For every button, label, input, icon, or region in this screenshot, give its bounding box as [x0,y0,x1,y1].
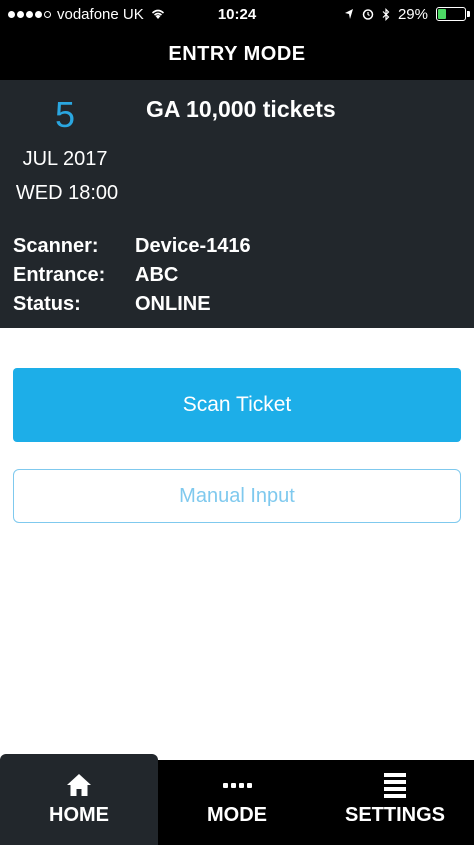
status-right: 29% [344,5,470,23]
page-title: ENTRY MODE [168,42,306,65]
tab-label: MODE [207,804,267,826]
info-value: ONLINE [135,293,211,315]
alarm-icon [362,9,374,20]
tab-settings[interactable]: SETTINGS [316,760,474,845]
info-label: Status: [13,293,81,315]
battery-level [438,9,446,19]
carrier-label: vodafone UK [57,5,144,23]
info-row-scanner: Scanner: Device-1416 [13,232,251,261]
tab-home[interactable]: HOME [0,754,158,845]
info-label: Scanner: [13,235,99,257]
info-value: ABC [135,264,179,286]
info-value: Device-1416 [135,235,251,257]
battery-percent: 29% [397,5,428,23]
status-left: vodafone UK [8,6,166,23]
wifi-icon [151,9,164,19]
nav-bar: ENTRY MODE [0,28,474,80]
tab-label: HOME [49,804,109,826]
info-label: Entrance: [13,264,106,286]
dots-icon [222,772,252,798]
list-icon [384,772,406,798]
tab-label: SETTINGS [344,804,445,826]
home-icon [66,772,92,798]
event-info-panel: 5 JUL 2017 WED 18:00 GA 10,000 tickets S… [0,80,474,328]
event-month-year: JUL 2017 [22,148,108,170]
tab-mode[interactable]: MODE [158,760,316,845]
info-row-status: Status: ONLINE [13,290,251,319]
bluetooth-icon [382,7,390,21]
status-bar: vodafone UK 10:24 29% [0,0,474,28]
device-info: Scanner: Device-1416 Entrance: ABC Statu… [13,232,251,319]
scan-ticket-button[interactable]: Scan Ticket [13,368,461,442]
event-title: GA 10,000 tickets [146,96,336,122]
tab-bar: HOME MODE SETTINGS [0,754,474,845]
event-weekday-time: WED 18:00 [15,182,119,204]
signal-strength-icon [8,10,51,18]
event-day: 5 [54,94,76,135]
manual-input-button[interactable]: Manual Input [13,469,461,523]
info-row-entrance: Entrance: ABC [13,261,251,290]
location-icon [344,9,353,19]
battery-icon [436,7,470,21]
